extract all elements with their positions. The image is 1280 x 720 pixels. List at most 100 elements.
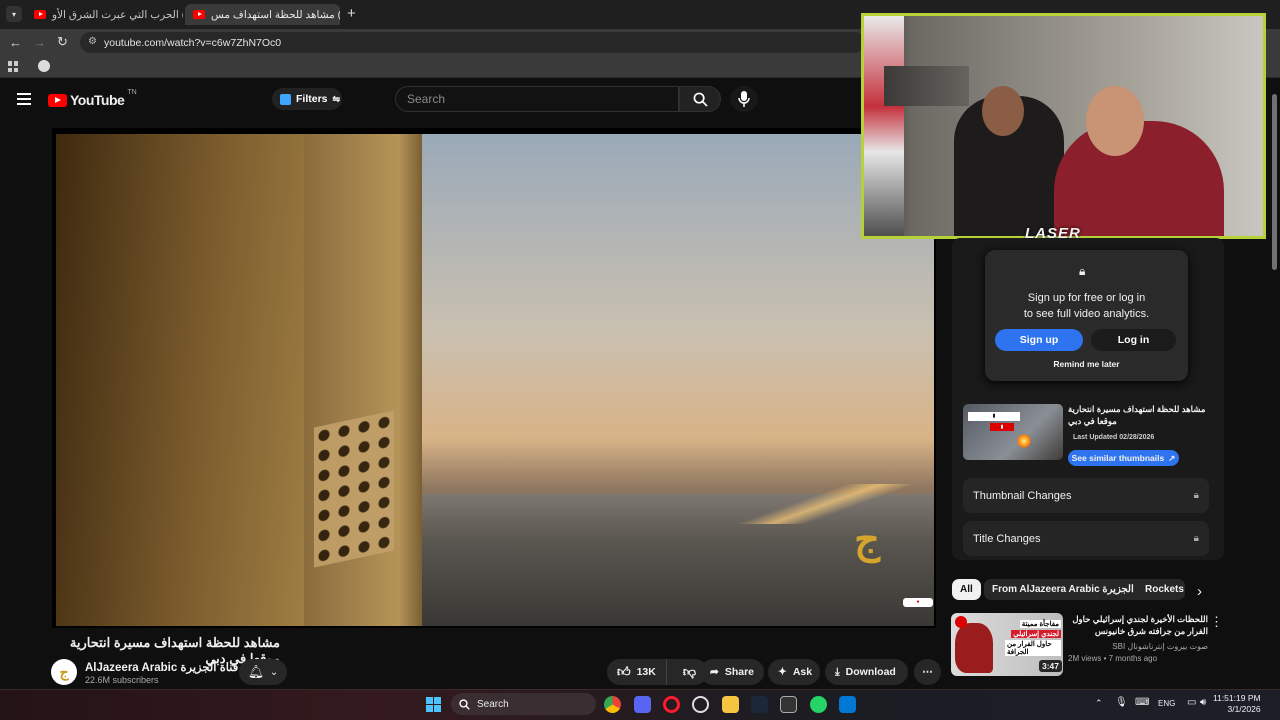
- more-options-icon[interactable]: ⋮: [1210, 614, 1223, 630]
- signup-button[interactable]: Sign up: [995, 329, 1083, 351]
- forward-icon[interactable]: →: [33, 35, 46, 50]
- new-tab-button[interactable]: +: [347, 5, 356, 22]
- more-actions-button[interactable]: ⋯: [914, 659, 941, 685]
- menu-icon[interactable]: [17, 93, 31, 105]
- webcam-flag: [864, 16, 904, 236]
- title-changes-row[interactable]: Title Changes 🔒︎: [963, 521, 1209, 556]
- see-similar-button[interactable]: See similar thumbnails ↗: [1068, 450, 1179, 466]
- video-road-lights: [706, 484, 934, 524]
- video-duration: 3:47: [1039, 660, 1063, 672]
- lock-icon: 🔒︎: [1079, 264, 1086, 278]
- opera-icon[interactable]: [663, 696, 680, 713]
- download-button[interactable]: ⤓ Download: [825, 659, 908, 685]
- address-bar[interactable]: ⚙ youtube.com/watch?v=c6w7ZhN7Oc0: [80, 32, 865, 53]
- channel-avatar[interactable]: ج: [51, 659, 77, 685]
- live-badge-icon: ●: [903, 598, 933, 607]
- search-icon: [693, 92, 708, 107]
- site-info-icon[interactable]: ⚙: [88, 36, 97, 47]
- banner-line-1: مفاجأة مميتة: [1019, 620, 1061, 628]
- whatsapp-icon[interactable]: [810, 696, 827, 713]
- last-updated: Last Updated 02/28/2026: [1073, 434, 1155, 441]
- tab-1[interactable]: (26) الحرب التي عبرت الشرق الأو ✕: [26, 4, 183, 25]
- recommended-meta: صوت بيروت إنترناشونال SBI 2M views • 7 m…: [1068, 641, 1208, 665]
- video-lattice-window: [314, 410, 394, 568]
- search-button[interactable]: [679, 86, 721, 112]
- steam-icon[interactable]: [751, 696, 768, 713]
- remind-later-link[interactable]: Remind me later: [985, 359, 1188, 369]
- thumbnail-map-shape: [955, 623, 993, 673]
- discord-icon[interactable]: [634, 696, 651, 713]
- lock-icon: 🔒︎: [1193, 533, 1199, 544]
- analytics-video-title: مشاهد للحظة استهداف مسيرة انتحارية موقعا…: [1068, 404, 1206, 426]
- signup-message: Sign up for free or log in to see full v…: [985, 290, 1188, 322]
- webcam-overlay: [861, 13, 1266, 239]
- tray-chevron-icon[interactable]: ⌃: [1095, 698, 1103, 709]
- channel-badge-icon: [955, 616, 967, 628]
- share-button[interactable]: ➦ Share: [700, 659, 764, 685]
- reload-icon[interactable]: ↻: [57, 34, 68, 50]
- signup-message-line-1: Sign up for free or log in: [1027, 292, 1146, 304]
- like-button[interactable]: 👍︎ 13K: [607, 659, 667, 685]
- chrome-icon[interactable]: [604, 696, 621, 713]
- download-label: Download: [845, 666, 896, 678]
- chip-all[interactable]: All: [952, 579, 981, 600]
- login-button[interactable]: Log in: [1091, 329, 1176, 351]
- title-changes-label: Title Changes: [973, 532, 1041, 545]
- globe-icon[interactable]: [38, 60, 50, 72]
- tab-search-icon[interactable]: ▾: [6, 6, 22, 22]
- search-placeholder: Search: [407, 92, 446, 106]
- taskbar-search-label: Search: [477, 698, 509, 710]
- youtube-logo[interactable]: YouTube TN: [48, 89, 137, 108]
- filters-button[interactable]: Filters ⇋: [272, 88, 342, 110]
- lock-icon: 🔒︎: [1193, 490, 1199, 501]
- aljazeera-watermark-icon: ج: [854, 516, 880, 563]
- youtube-favicon-icon: [193, 10, 205, 19]
- banner-line-3: حاول الفرار من الجرافة: [1005, 640, 1061, 656]
- tab-2[interactable]: (26) مشاهد للحظة استهداف مس ✕: [185, 4, 340, 25]
- language-indicator[interactable]: ENG: [1158, 699, 1175, 708]
- filters-label: Filters: [296, 93, 328, 105]
- video-player[interactable]: [52, 128, 936, 628]
- back-icon[interactable]: ←: [9, 35, 22, 50]
- apps-icon[interactable]: [8, 61, 19, 72]
- more-icon: ⋯: [922, 666, 933, 678]
- chip-from-channel[interactable]: From AlJazeera Arabic قناة الجزيرة: [984, 579, 1161, 600]
- vscode-icon[interactable]: [839, 696, 856, 713]
- bell-icon: 🔔︎: [247, 664, 265, 679]
- subscriber-count: 22.6M subscribers: [85, 675, 159, 685]
- chip-rockets[interactable]: Rockets: [1137, 579, 1185, 600]
- recommended-channel[interactable]: صوت بيروت إنترناشونال SBI: [1068, 641, 1208, 653]
- ask-button[interactable]: ✦ Ask: [768, 659, 820, 685]
- recommended-views: 2M views • 7 months ago: [1068, 654, 1158, 663]
- volume-icon[interactable]: 🔊︎: [1200, 697, 1206, 708]
- epic-games-icon[interactable]: [780, 696, 797, 713]
- taskbar-search[interactable]: Search: [451, 693, 596, 715]
- network-icon[interactable]: ▭: [1187, 697, 1196, 708]
- windows-start-icon[interactable]: [426, 697, 441, 712]
- mic-tray-icon[interactable]: 🎙︎: [1115, 697, 1128, 708]
- voice-search-button[interactable]: [730, 86, 758, 112]
- sparkle-icon: ✦: [778, 666, 787, 678]
- external-link-icon: ↗: [1168, 452, 1176, 463]
- thumbnail-explosion-icon: [1017, 434, 1031, 448]
- like-dislike-group: 👍︎ 13K 👎︎: [607, 659, 708, 685]
- chevron-right-icon[interactable]: ›: [1197, 583, 1202, 600]
- recommended-title[interactable]: اللحظات الأخيرة لجندي إسرائيلي حاول الفر…: [1068, 613, 1208, 637]
- thumbnail-changes-row[interactable]: Thumbnail Changes 🔒︎: [963, 478, 1209, 513]
- system-clock[interactable]: 11:51:19 PM 3/1/2026: [1213, 693, 1261, 715]
- file-explorer-icon[interactable]: [722, 696, 739, 713]
- url-text: youtube.com/watch?v=c6w7ZhN7Oc0: [104, 36, 282, 49]
- keyboard-icon[interactable]: ⌨: [1135, 697, 1149, 708]
- search-input[interactable]: Search: [395, 86, 679, 112]
- ask-label: Ask: [792, 666, 813, 678]
- download-icon: ⤓: [835, 665, 840, 678]
- scrollbar-thumb[interactable]: [1272, 94, 1277, 270]
- obs-icon[interactable]: [692, 696, 709, 713]
- chevron-down-icon: ⌄: [269, 666, 279, 678]
- subscribe-notifications-button[interactable]: 🔔︎ ⌄: [239, 659, 287, 685]
- webcam-head-right: [1086, 86, 1144, 156]
- video-frame: [56, 134, 934, 626]
- clock-time: 11:51:19 PM: [1213, 693, 1261, 703]
- see-similar-label: See similar thumbnails: [1071, 453, 1165, 463]
- channel-name[interactable]: AlJazeera Arabic قناة الجزيرة ✔: [85, 660, 249, 674]
